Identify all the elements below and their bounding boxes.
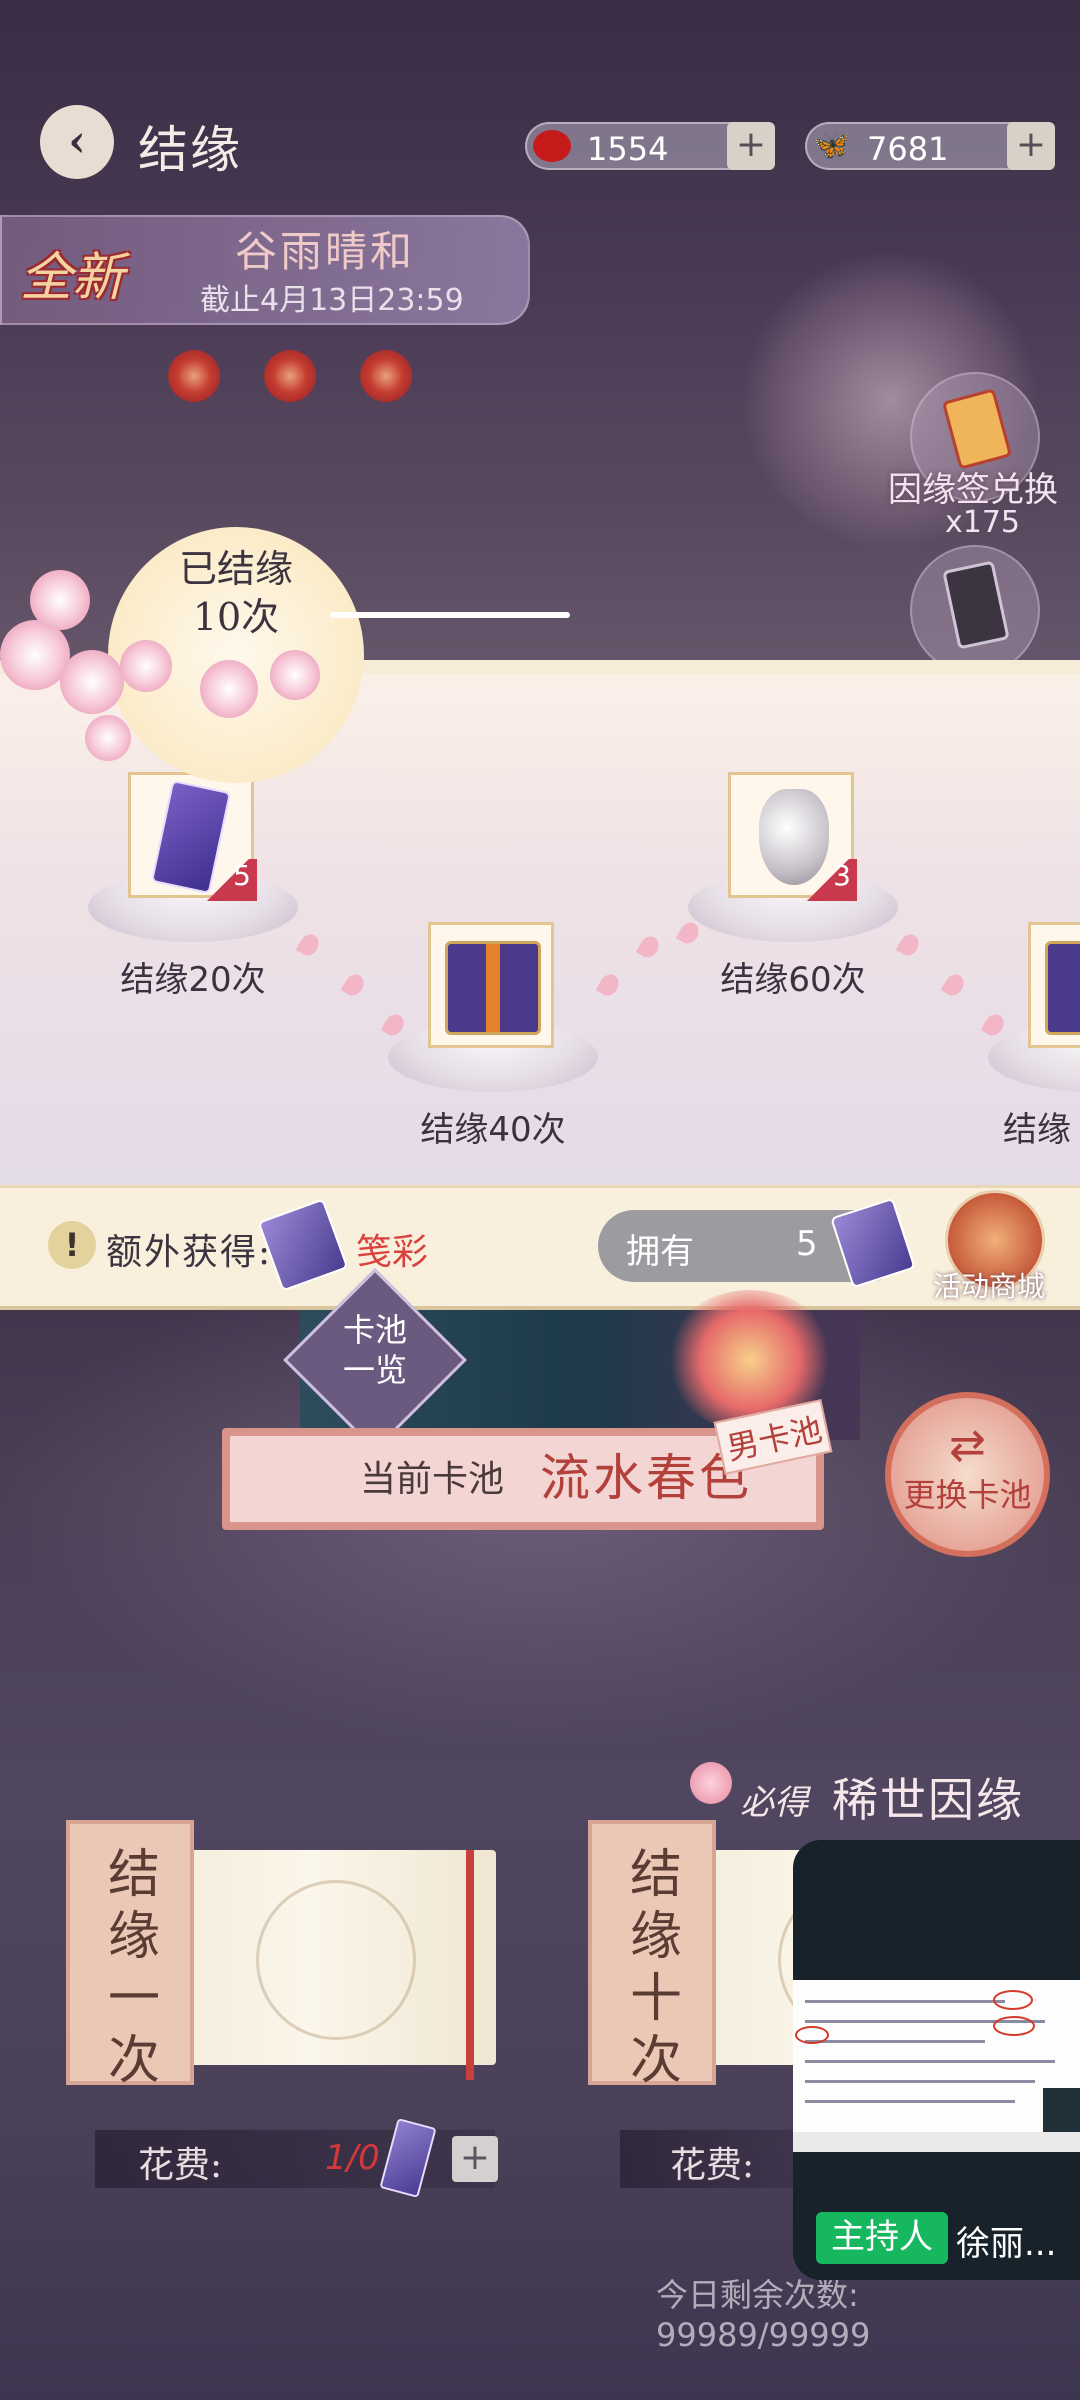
plum-flower-icon	[168, 350, 220, 402]
card-icon	[942, 560, 1010, 650]
cost-value: 1/0	[325, 2138, 380, 2178]
event-shop-label: 活动商城	[933, 1270, 1046, 1303]
pool-list-label-line: 卡池	[342, 1311, 407, 1349]
shared-document-preview	[793, 1980, 1080, 2152]
text-line	[805, 2040, 985, 2043]
pool-list-label-line: 一览	[342, 1351, 407, 1389]
own-label: 拥有	[626, 1232, 694, 1272]
currency-red-jade: 1554 +	[525, 122, 775, 170]
host-badge: 主持人	[816, 2212, 948, 2264]
extra-gain-label: 额外获得:	[106, 1232, 273, 1273]
book-cover: 结 缘 十 次	[588, 1820, 716, 2091]
fortune-stick-icon	[941, 388, 1013, 470]
text-line	[805, 2060, 1055, 2063]
milestone-label: 结缘20次	[120, 960, 266, 1000]
cherry-blossom-icon	[120, 640, 172, 692]
cherry-blossom-icon	[270, 650, 320, 700]
event-name: 谷雨晴和	[235, 227, 416, 276]
text-line	[805, 2100, 1015, 2103]
butterfly-icon: 🦋	[813, 128, 851, 163]
exchange-count: x175	[945, 505, 1021, 540]
pool-list-label: 卡池 一览	[325, 1310, 425, 1390]
host-name: 徐丽...	[956, 2224, 1057, 2264]
text-line	[805, 2080, 1035, 2083]
currency-value: 1554	[587, 130, 669, 168]
currency-butterfly: 🦋 7681 +	[805, 122, 1055, 170]
add-currency-button[interactable]: +	[727, 122, 775, 170]
extra-item-name: 笺彩	[356, 1232, 429, 1273]
reward-box: 3	[728, 772, 857, 901]
cherry-blossom-icon	[85, 715, 131, 761]
cherry-blossom-icon	[200, 660, 258, 718]
cover-char: 结	[629, 1845, 682, 1905]
cover-char: 一	[107, 1969, 160, 2029]
cover-char: 次	[629, 2031, 682, 2091]
petal-decoration	[940, 970, 968, 1000]
cover-char: 结	[107, 1845, 160, 1905]
book-cover: 结 缘 一 次	[66, 1820, 194, 2091]
cover-char: 缘	[629, 1907, 682, 1967]
remaining-draws: 今日剩余次数: 99989/99999	[656, 2276, 871, 2354]
text-line	[805, 2000, 1005, 2003]
milestone-label: 结缘	[1003, 1110, 1071, 1150]
cost-label: 花费:	[670, 2145, 755, 2186]
line-decoration	[330, 612, 570, 618]
guarantee-prefix: 必得	[740, 1783, 808, 1823]
annotation-circle	[993, 1990, 1033, 2010]
cover-char: 次	[107, 2031, 160, 2091]
reward-box: 5	[128, 772, 257, 901]
completed-value: 10次	[192, 595, 280, 639]
page-title: 结缘	[138, 121, 242, 179]
petal-decoration	[675, 918, 703, 948]
milestone-label: 结缘40次	[420, 1110, 566, 1150]
milestone-label: 结缘60次	[720, 960, 866, 1000]
completed-count: 已结缘 10次	[108, 545, 364, 641]
red-jade-icon	[533, 130, 571, 162]
event-deadline: 截止4月13日23:59	[200, 283, 464, 318]
guarantee-button[interactable]	[910, 545, 1040, 675]
completed-label: 已结缘	[178, 547, 293, 591]
back-arrow-icon[interactable]: ‹	[40, 105, 114, 179]
cherry-blossom-icon	[30, 570, 90, 630]
reward-count: 5	[207, 859, 257, 901]
annotation-circle	[993, 2016, 1035, 2036]
gift-box-icon	[1045, 941, 1080, 1035]
add-currency-button[interactable]: +	[1007, 122, 1055, 170]
cost-label: 花费:	[138, 2145, 223, 2186]
petal-decoration	[295, 930, 323, 960]
reward-box	[428, 922, 554, 1048]
gift-box-icon	[445, 941, 541, 1035]
currency-value: 7681	[867, 130, 949, 168]
taskbar	[793, 2132, 1080, 2152]
reward-box	[1028, 922, 1080, 1048]
annotation-circle	[795, 2026, 829, 2044]
swap-arrows-icon: ⇄	[949, 1420, 986, 1471]
video-thumbnail	[1043, 2088, 1080, 2132]
current-pool-label: 当前卡池	[360, 1459, 505, 1500]
draw-once-label: 结 缘 一 次	[70, 1844, 198, 2092]
draw-once-button[interactable]: 结 缘 一 次	[66, 1820, 496, 2091]
own-value: 5	[796, 1224, 818, 1264]
petal-decoration	[595, 970, 623, 1000]
petal-decoration	[340, 970, 368, 1000]
cover-char: 十	[629, 1969, 682, 2029]
draw-ten-label: 结 缘 十 次	[592, 1844, 720, 2092]
sakura-icon	[690, 1762, 732, 1804]
reward-count: 3	[807, 859, 857, 901]
petal-decoration	[895, 930, 923, 960]
ribbon-decoration	[466, 1850, 474, 2080]
cherry-blossom-icon	[60, 650, 124, 714]
petal-decoration	[380, 1010, 408, 1040]
exclamation-icon: !	[48, 1221, 96, 1269]
new-tag: 全新	[20, 248, 125, 308]
add-ticket-button[interactable]: +	[452, 2136, 498, 2182]
change-pool-label: 更换卡池	[903, 1476, 1032, 1514]
exchange-label: 因缘签兑换	[888, 470, 1058, 510]
petal-decoration	[980, 1010, 1008, 1040]
plum-flower-icon	[264, 350, 316, 402]
plum-flower-icon	[360, 350, 412, 402]
maple-leaf-icon	[256, 1880, 416, 2040]
cover-char: 缘	[107, 1907, 160, 1967]
petal-decoration	[635, 932, 663, 962]
